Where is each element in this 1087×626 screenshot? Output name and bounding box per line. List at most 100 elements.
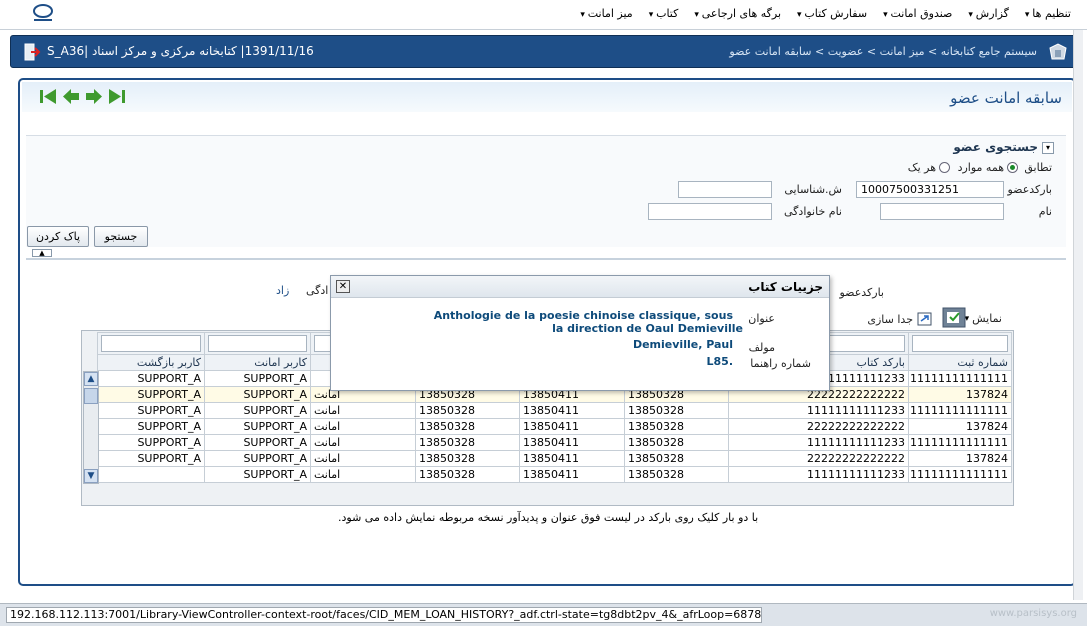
member-barcode-input[interactable]: 10007500331251 (856, 181, 1004, 198)
search-title: جستجوی عضو (953, 140, 1038, 154)
table-cell[interactable]: 22222222222222 (728, 418, 909, 435)
table-cell: 13850411 (519, 402, 625, 419)
filter-cell (97, 332, 205, 355)
member-barcode-label: بارکدعضو (1007, 183, 1052, 196)
breadcrumb-loan-desk[interactable]: میز امانت (880, 45, 925, 58)
menu-book-order[interactable]: سفارش کتاب (797, 7, 867, 20)
column-header[interactable]: کاربر امانت (204, 354, 311, 371)
table-cell: SUPPORT_A (97, 450, 205, 467)
breadcrumb-root[interactable]: سیستم جامع کتابخانه (941, 45, 1037, 58)
view-options-icon[interactable] (942, 307, 966, 328)
detach-icon (917, 312, 932, 326)
table-scrollbar[interactable]: ▲ ▼ (83, 371, 99, 484)
popup-title-label: عنوان (748, 312, 775, 325)
table-cell (97, 466, 205, 483)
table-cell: 13850328 (624, 418, 729, 435)
menu-report[interactable]: گزارش (968, 7, 1009, 20)
menu-book[interactable]: کتاب (649, 7, 678, 20)
last-record-icon[interactable] (107, 87, 127, 106)
table-cell[interactable]: 11111111111233 (728, 466, 909, 483)
window-scrollbar[interactable] (1073, 30, 1083, 600)
table-cell: SUPPORT_A (97, 434, 205, 451)
table-cell: 13850328 (415, 402, 520, 419)
table-cell: امانت (310, 434, 416, 451)
popup-header: جزییات کتاب ✕ (331, 276, 829, 298)
filter-input-registration-no[interactable] (912, 335, 1008, 352)
search-button[interactable]: جستجو (94, 226, 148, 247)
next-record-icon[interactable] (84, 87, 104, 106)
family-name-input[interactable] (648, 203, 772, 220)
filter-input-loan-user[interactable] (208, 335, 307, 352)
table-cell: 11111111111111 (908, 434, 1012, 451)
view-menu[interactable]: نمایش ▾ (965, 312, 1002, 325)
filter-input-return-user[interactable] (101, 335, 201, 352)
table-cell: SUPPORT_A (97, 370, 205, 387)
table-row[interactable]: 11111111111111 11111111111233 13850328 1385… (97, 466, 1012, 483)
column-header[interactable]: کاربر بازگشت (97, 354, 205, 371)
table-cell: 11111111111111 (908, 466, 1012, 483)
match-any-radio[interactable] (939, 162, 950, 173)
scroll-thumb[interactable] (84, 388, 98, 404)
table-cell: SUPPORT_A (97, 418, 205, 435)
collapse-chevron-icon[interactable]: ▾ (1042, 142, 1054, 154)
family-name-label: نام خانوادگی (784, 205, 842, 218)
results-family-value: زاد (276, 284, 290, 297)
table-cell: امانت (310, 466, 416, 483)
clear-button[interactable]: پاک کردن (27, 226, 89, 247)
popup-title: جزییات کتاب (748, 280, 823, 294)
table-cell: SUPPORT_A (204, 370, 311, 387)
book-details-popup: جزییات کتاب ✕ عنوان Anthologie de la poe… (330, 275, 830, 391)
breadcrumb-current: سابقه امانت عضو (729, 45, 812, 58)
table-cell: SUPPORT_A (97, 402, 205, 419)
close-icon[interactable]: ✕ (336, 280, 350, 293)
breadcrumb-membership[interactable]: عضویت (828, 45, 864, 58)
table-cell: 13850328 (624, 434, 729, 451)
table-cell: 13850411 (519, 418, 625, 435)
table-cell: 13850328 (624, 402, 729, 419)
browser-status-bar: 192.168.112.113:7001/Library-ViewControl… (0, 603, 1087, 626)
table-cell: 11111111111111 (908, 370, 1012, 387)
table-cell: SUPPORT_A (204, 402, 311, 419)
menu-loan-box[interactable]: صندوق امانت (883, 7, 952, 20)
first-record-icon[interactable] (38, 87, 58, 106)
scroll-down-icon[interactable]: ▼ (84, 469, 98, 483)
table-cell: 137824 (908, 418, 1012, 435)
id-number-input[interactable] (678, 181, 772, 198)
table-cell: 137824 (908, 386, 1012, 403)
menu-referral-forms[interactable]: برگه های ارجاعی (694, 7, 781, 20)
match-all-radio[interactable] (1007, 162, 1018, 173)
first-name-input[interactable] (880, 203, 1004, 220)
scroll-up-icon[interactable]: ▲ (84, 372, 98, 386)
table-cell: 13850411 (519, 450, 625, 467)
table-cell[interactable]: 11111111111233 (728, 402, 909, 419)
exit-icon[interactable] (23, 42, 41, 62)
table-row[interactable]: 137824 22222222222222 13850328 13850411 1385… (97, 418, 1012, 435)
table-cell[interactable]: 22222222222222 (728, 450, 909, 467)
table-cell[interactable]: 11111111111233 (728, 434, 909, 451)
table-row[interactable]: 11111111111111 11111111111233 13850328 1385… (97, 402, 1012, 419)
table-cell: امانت (310, 418, 416, 435)
match-any-label: هر یک (907, 161, 936, 174)
table-row[interactable]: 137824 22222222222222 13850328 13850411 1385… (97, 450, 1012, 467)
results-family-label: ادگی (306, 284, 329, 297)
table-cell: SUPPORT_A (97, 386, 205, 403)
popup-title-value-line1: Anthologie de la poesie chinoise classiq… (433, 309, 733, 322)
menu-settings[interactable]: تنظیم ها (1025, 7, 1071, 20)
popup-callno-value: L85. (706, 355, 734, 368)
table-cell: SUPPORT_A (204, 418, 311, 435)
table-cell: 13850328 (415, 450, 520, 467)
table-cell: 13850328 (624, 466, 729, 483)
popup-title-value-line2: la direction de Oaul Demieville (552, 322, 743, 335)
table-row[interactable]: 11111111111111 11111111111233 13850328 1385… (97, 434, 1012, 451)
toggle-search-panel-icon[interactable]: ▲ (32, 249, 52, 257)
results-barcode-label: بارکدعضو (839, 286, 884, 299)
table-cell: 11111111111111 (908, 402, 1012, 419)
previous-record-icon[interactable] (61, 87, 81, 106)
menu-loan-desk[interactable]: میز امانت (580, 7, 633, 20)
breadcrumb: سیستم جامع کتابخانه > میز امانت > عضویت … (729, 45, 1037, 58)
column-header[interactable]: شماره ثبت (908, 354, 1012, 371)
popup-author-value: Demieville, Paul (632, 338, 733, 351)
filter-cell (908, 332, 1012, 355)
session-info: 1391/11/16| کتابخانه مرکزی و مرکز اسناد … (47, 44, 314, 58)
detach-button[interactable]: جدا سازی (867, 312, 932, 326)
